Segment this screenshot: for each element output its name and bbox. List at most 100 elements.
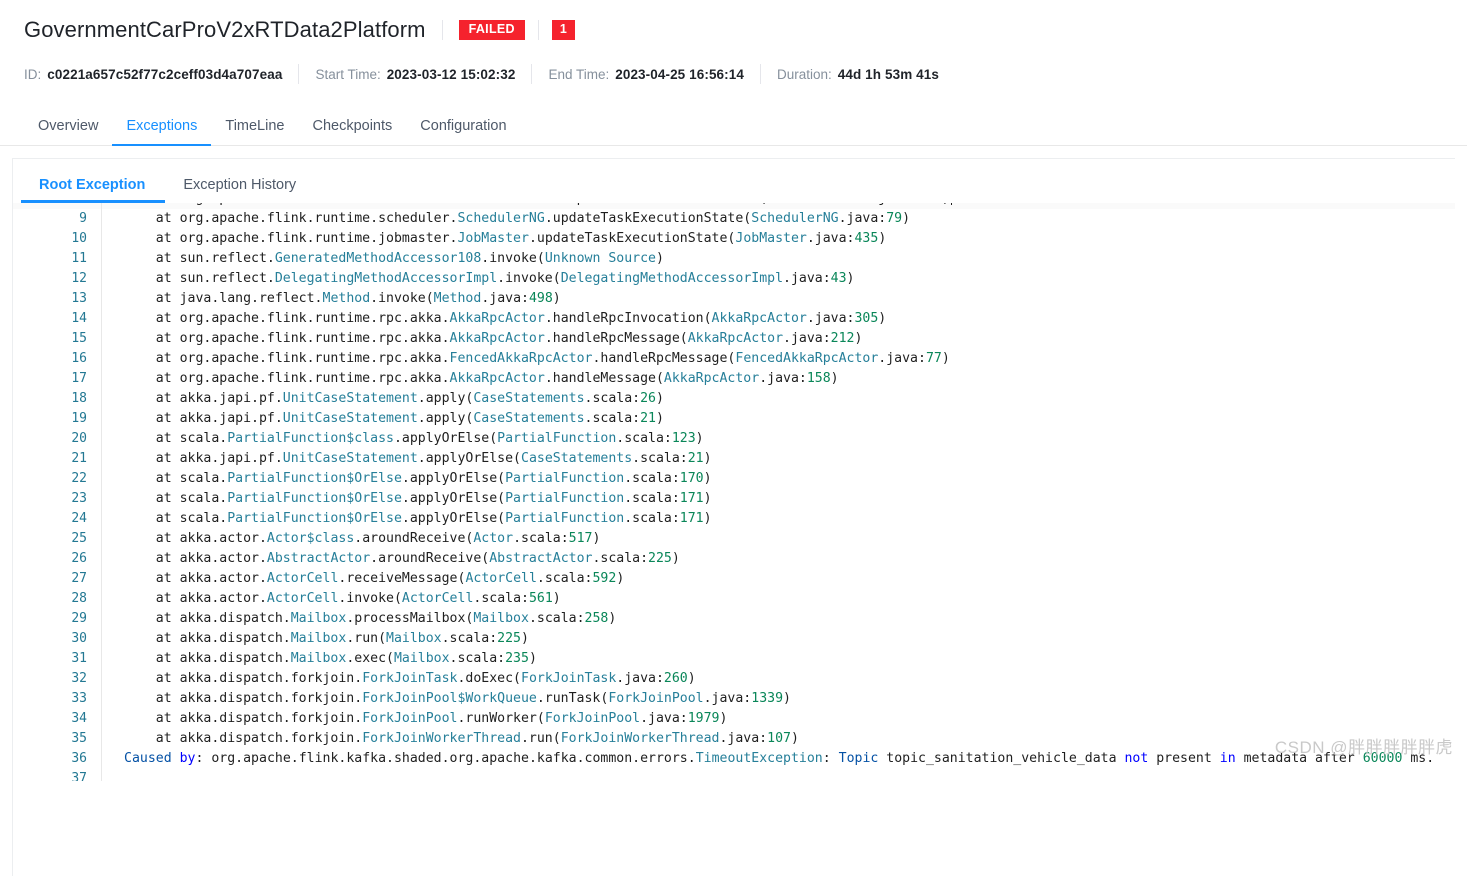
code-line[interactable]: 25 at akka.actor.Actor$class.aroundRecei… — [13, 529, 1455, 549]
tab-exceptions[interactable]: Exceptions — [112, 118, 212, 146]
code-line[interactable]: 36 Caused by: org.apache.flink.kafka.shad… — [13, 749, 1455, 769]
code-line[interactable]: 9 at org.apache.flink.runtime.scheduler.… — [13, 209, 1455, 229]
code-text: Caused by: org.apache.flink.kafka.shaded… — [102, 749, 1434, 769]
code-line[interactable]: 31 at akka.dispatch.Mailbox.exec(Mailbox… — [13, 649, 1455, 669]
code-token: : org.apache.flink.kafka.shaded.org.apac… — [195, 751, 696, 766]
line-number: 23 — [71, 491, 87, 506]
code-line[interactable]: 22 at scala.PartialFunction$OrElse.apply… — [13, 469, 1455, 489]
code-line[interactable]: 23 at scala.PartialFunction$OrElse.apply… — [13, 489, 1455, 509]
code-token: AkkaRpcActor — [711, 311, 807, 326]
tab-configuration[interactable]: Configuration — [406, 118, 520, 145]
code-token: .applyOrElse( — [393, 431, 498, 446]
code-token: 212 — [830, 331, 855, 346]
job-title-row: GovernmentCarProV2xRTData2Platform FAILE… — [24, 14, 1443, 46]
code-line[interactable]: 32 at akka.dispatch.forkjoin.ForkJoinTas… — [13, 669, 1455, 689]
code-line[interactable]: 35 at akka.dispatch.forkjoin.ForkJoinWor… — [13, 729, 1455, 749]
code-token: .java: — [719, 731, 768, 746]
code-text: at akka.dispatch.Mailbox.processMailbox(… — [102, 609, 617, 629]
code-line[interactable]: 30 at akka.dispatch.Mailbox.run(Mailbox.… — [13, 629, 1455, 649]
code-token: Unknown Source — [544, 251, 656, 266]
code-token: .scala: — [473, 591, 529, 606]
tab-overview[interactable]: Overview — [24, 118, 112, 145]
code-token: at akka.actor. — [124, 591, 267, 606]
code-token: Actor — [473, 531, 514, 546]
code-line[interactable]: 18 at akka.japi.pf.UnitCaseStatement.app… — [13, 389, 1455, 409]
line-number: 18 — [71, 391, 87, 406]
code-token: PartialFunction — [505, 511, 625, 526]
code-line[interactable]: 17 at org.apache.flink.runtime.rpc.akka.… — [13, 369, 1455, 389]
code-line[interactable]: 20 at scala.PartialFunction$class.applyO… — [13, 429, 1455, 449]
code-token: at scala. — [124, 471, 228, 486]
code-line[interactable]: 21 at akka.japi.pf.UnitCaseStatement.app… — [13, 449, 1455, 469]
code-line[interactable]: 19 at akka.japi.pf.UnitCaseStatement.app… — [13, 409, 1455, 429]
code-line[interactable]: 24 at scala.PartialFunction$OrElse.apply… — [13, 509, 1455, 529]
code-token: 225 — [648, 551, 672, 566]
code-token: ) — [521, 631, 529, 646]
code-line[interactable]: 13 at java.lang.reflect.Method.invoke(Me… — [13, 289, 1455, 309]
code-token: .doExec( — [457, 671, 521, 686]
code-token: at akka.actor. — [124, 571, 267, 586]
code-line[interactable]: 14 at org.apache.flink.runtime.rpc.akka.… — [13, 309, 1455, 329]
code-token: in — [1219, 751, 1236, 766]
tab-exception-history[interactable]: Exception History — [175, 177, 304, 203]
code-line[interactable]: 15 at org.apache.flink.runtime.rpc.akka.… — [13, 329, 1455, 349]
code-token: Mailbox — [290, 611, 347, 626]
code-token: 435 — [854, 231, 879, 246]
code-token: ForkJoinWorkerThread — [362, 731, 521, 746]
stacktrace-editor[interactable]: 8 at org.apache.flink.runtime.scheduler.… — [13, 203, 1455, 781]
code-token: ) — [941, 351, 950, 366]
code-token: 79 — [886, 211, 903, 226]
line-number: 13 — [71, 291, 87, 306]
code-token: at org.apache.flink.runtime.jobmaster. — [124, 231, 458, 246]
code-token: .handleRpcMessage( — [592, 351, 736, 366]
code-text: at akka.dispatch.forkjoin.ForkJoinPool.r… — [102, 709, 728, 729]
code-token: .runTask( — [536, 691, 609, 706]
code-line[interactable]: 27 at akka.actor.ActorCell.receiveMessag… — [13, 569, 1455, 589]
code-scroll-area[interactable]: 8 at org.apache.flink.runtime.scheduler.… — [13, 203, 1455, 781]
code-token: not — [1124, 751, 1149, 766]
code-token: FencedAkkaRpcActor — [449, 351, 593, 366]
code-token: UnitCaseStatement — [282, 451, 418, 466]
code-text: at scala.PartialFunction$class.applyOrEl… — [102, 429, 704, 449]
code-token: 107 — [767, 731, 791, 746]
line-number: 19 — [71, 411, 87, 426]
code-token: .scala: — [441, 631, 498, 646]
code-token: ForkJoinPool — [544, 711, 641, 726]
tab-timeline[interactable]: TimeLine — [211, 118, 298, 145]
code-token: 77 — [925, 351, 942, 366]
code-token: at org.apache.flink.runtime.rpc.akka. — [124, 351, 450, 366]
code-line[interactable]: 10 at org.apache.flink.runtime.jobmaster… — [13, 229, 1455, 249]
code-token: ) — [592, 531, 601, 546]
code-line[interactable]: 29 at akka.dispatch.Mailbox.processMailb… — [13, 609, 1455, 629]
code-token: .java: — [806, 231, 855, 246]
code-line[interactable]: 34 at akka.dispatch.forkjoin.ForkJoinPoo… — [13, 709, 1455, 729]
code-token: 43 — [830, 271, 847, 286]
code-token: ForkJoinWorkerThread — [560, 731, 720, 746]
code-token: PartialFunction — [497, 431, 617, 446]
page-title: GovernmentCarProV2xRTData2Platform — [24, 17, 426, 42]
code-line[interactable]: 16 at org.apache.flink.runtime.rpc.akka.… — [13, 349, 1455, 369]
divider — [537, 20, 539, 40]
code-token: 158 — [806, 371, 831, 386]
tab-root-exception[interactable]: Root Exception — [20, 177, 166, 203]
code-token: CaseStatements — [473, 411, 585, 426]
code-line[interactable]: 28 at akka.actor.ActorCell.invoke(ActorC… — [13, 589, 1455, 609]
code-line[interactable]: 12 at sun.reflect.DelegatingMethodAccess… — [13, 269, 1455, 289]
code-token: ) — [528, 651, 537, 666]
meta-value: 2023-03-12 15:02:32 — [386, 66, 516, 82]
code-token: .updateTaskExecutionState( — [561, 203, 767, 206]
line-number: 37 — [71, 771, 87, 781]
code-token: at akka.dispatch. — [124, 631, 291, 646]
code-token: topic_sanitation_vehicle_data — [878, 751, 1125, 766]
code-line[interactable]: 37 — [13, 769, 1455, 781]
tab-checkpoints[interactable]: Checkpoints — [298, 118, 406, 145]
code-line[interactable]: 33 at akka.dispatch.forkjoin.ForkJoinPoo… — [13, 689, 1455, 709]
code-token: .scala: — [624, 471, 680, 486]
code-line[interactable]: 26 at akka.actor.AbstractActor.aroundRec… — [13, 549, 1455, 569]
code-line[interactable]: 11 at sun.reflect.GeneratedMethodAccesso… — [13, 249, 1455, 269]
code-token: 235 — [505, 651, 529, 666]
code-token: at akka.japi.pf. — [124, 391, 283, 406]
code-token: .java: — [783, 271, 831, 286]
code-token: 170 — [679, 471, 704, 486]
